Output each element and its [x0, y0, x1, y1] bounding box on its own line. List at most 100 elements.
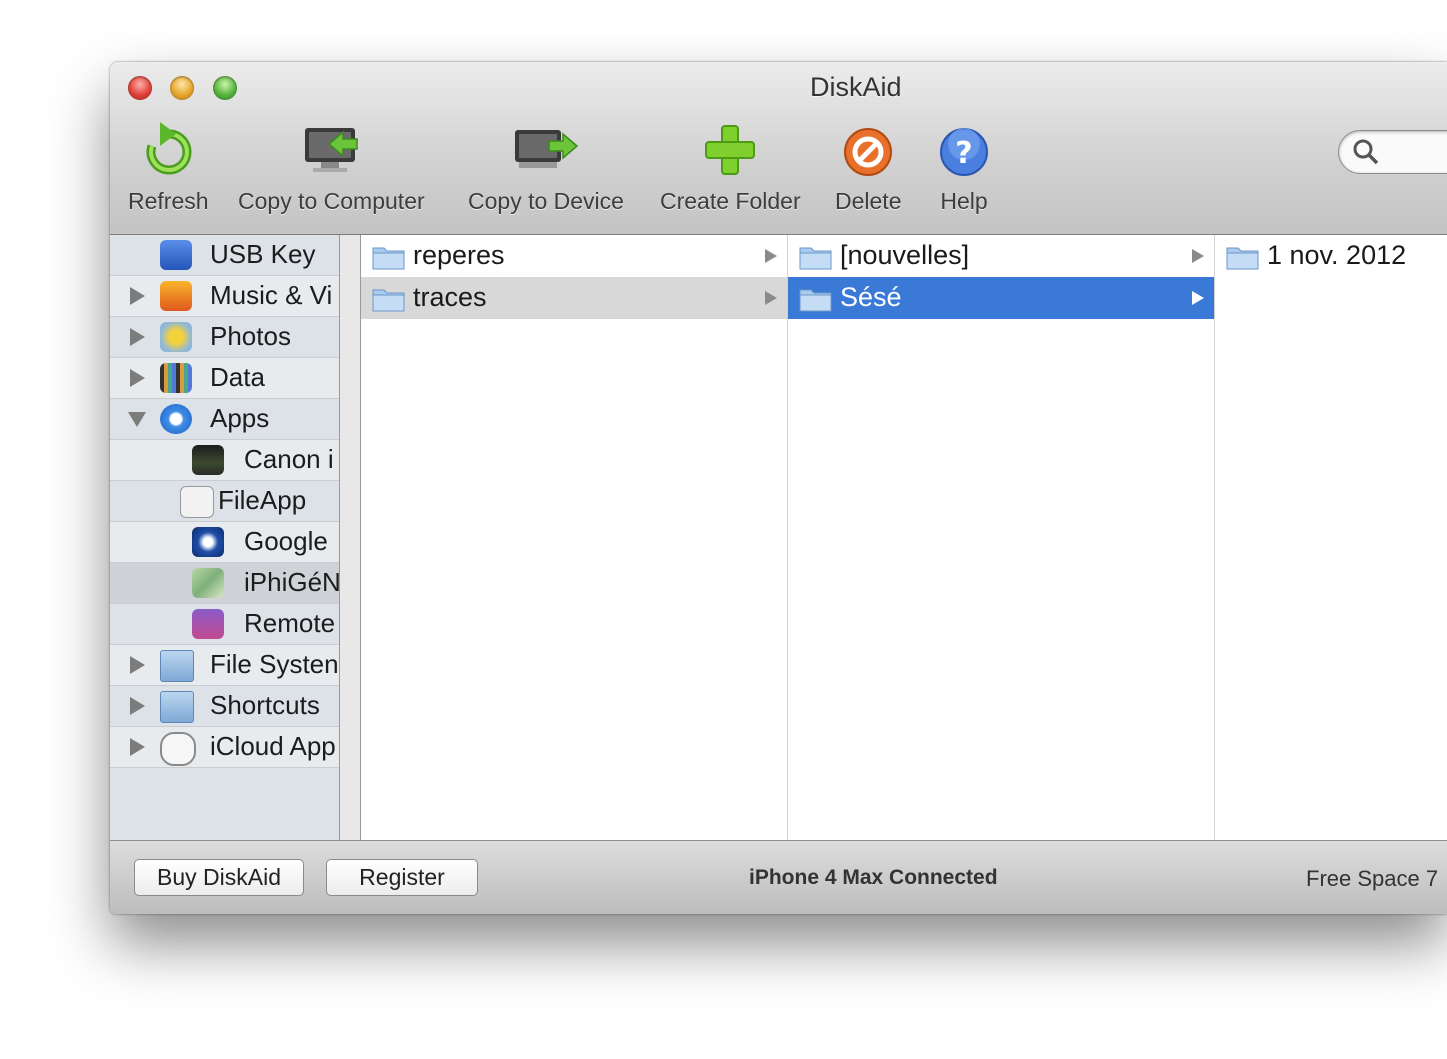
sidebar-item-label: iPhiGéN	[244, 567, 339, 597]
register-button[interactable]: Register	[326, 859, 478, 896]
google-app-icon	[192, 527, 224, 557]
list-item[interactable]: 1 nov. 2012	[1215, 235, 1447, 277]
sidebar-item-label: Data	[210, 362, 265, 392]
refresh-icon	[146, 122, 192, 175]
sidebar-item-label: Apps	[210, 403, 270, 433]
sidebar-item-iphigen[interactable]: iPhiGéN	[110, 563, 339, 604]
copy-to-computer-icon	[305, 128, 359, 172]
map-app-icon	[192, 568, 224, 598]
folder-icon	[160, 650, 194, 682]
column-browser: reperes traces [nouvelles] Sésé 1 nov. 2…	[360, 235, 1447, 840]
sidebar-item-label: Google	[244, 526, 328, 556]
sidebar-item-label: Shortcuts	[210, 690, 320, 720]
usb-key-icon	[160, 240, 192, 270]
refresh-button[interactable]: Refresh	[128, 122, 209, 215]
sidebar-item-remote[interactable]: Remote	[110, 604, 339, 645]
disclosure-triangle-icon[interactable]	[130, 369, 145, 387]
copy-to-computer-button[interactable]: Copy to Computer	[238, 122, 425, 215]
minimize-button[interactable]	[170, 76, 194, 100]
copy-to-device-icon	[514, 130, 579, 168]
remote-app-icon	[192, 609, 224, 639]
sidebar-item-icloud[interactable]: iCloud App	[110, 727, 339, 768]
sidebar-item-label: File Systen	[210, 649, 339, 679]
app-store-icon	[160, 404, 192, 434]
sidebar-item-label: Photos	[210, 321, 291, 351]
help-label: Help	[940, 188, 988, 214]
music-icon	[160, 281, 192, 311]
buy-diskaid-button[interactable]: Buy DiskAid	[134, 859, 304, 896]
expand-arrow-icon	[765, 291, 777, 305]
disclosure-triangle-icon[interactable]	[130, 656, 145, 674]
refresh-label: Refresh	[128, 188, 209, 214]
sidebar-item-label: FileApp	[218, 485, 307, 515]
delete-icon	[844, 128, 893, 176]
folder-label: [nouvelles]	[840, 240, 970, 270]
browser-column-3: 1 nov. 2012	[1215, 235, 1447, 840]
sidebar-item-shortcuts[interactable]: Shortcuts	[110, 686, 339, 727]
free-space-text: Free Space 7	[1306, 866, 1439, 891]
sidebar-item-fileapp[interactable]: FileApp	[110, 481, 339, 522]
create-folder-button[interactable]: Create Folder	[660, 122, 801, 215]
folder-label: traces	[413, 282, 487, 312]
cloud-icon	[160, 732, 196, 766]
toolbar-area: DiskAid Refresh Copy to Computer Copy to…	[110, 62, 1447, 235]
copy-to-device-button[interactable]: Copy to Device	[468, 122, 624, 215]
diskaid-window: DiskAid Refresh Copy to Computer Copy to…	[110, 62, 1447, 914]
expand-arrow-icon	[765, 249, 777, 263]
disclosure-triangle-icon[interactable]	[130, 287, 145, 305]
browser-column-2: [nouvelles] Sésé	[788, 235, 1215, 840]
shortcut-folder-icon	[160, 691, 194, 723]
search-field[interactable]	[1338, 130, 1447, 174]
copy-to-computer-label: Copy to Computer	[238, 188, 425, 214]
browser-column-1: reperes traces	[361, 235, 788, 840]
folder-icon	[799, 289, 832, 312]
list-item-selected[interactable]: Sésé	[788, 277, 1214, 319]
folder-icon	[372, 289, 405, 312]
sidebar: USB Key Music & Vi Photos Data Apps Cano…	[110, 235, 340, 840]
plus-icon	[705, 125, 756, 175]
folder-icon	[799, 247, 832, 270]
sidebar-item-google[interactable]: Google	[110, 522, 339, 563]
sidebar-item-canon[interactable]: Canon i	[110, 440, 339, 481]
sidebar-item-data[interactable]: Data	[110, 358, 339, 399]
sidebar-item-photos[interactable]: Photos	[110, 317, 339, 358]
expand-arrow-icon	[1192, 249, 1204, 263]
search-icon	[1353, 139, 1379, 165]
sidebar-item-label: Remote	[244, 608, 336, 638]
status-bar: Buy DiskAid Register iPhone 4 Max Connec…	[110, 840, 1447, 914]
photos-icon	[160, 322, 192, 352]
data-icon	[160, 363, 192, 393]
folder-label: 1 nov. 2012	[1267, 240, 1407, 270]
zoom-button[interactable]	[213, 76, 237, 100]
delete-button[interactable]: Delete	[835, 122, 901, 215]
sidebar-item-music[interactable]: Music & Vi	[110, 276, 339, 317]
copy-to-device-label: Copy to Device	[468, 188, 624, 214]
folder-label: reperes	[413, 240, 505, 270]
sidebar-item-apps[interactable]: Apps	[110, 399, 339, 440]
delete-label: Delete	[835, 188, 902, 214]
folder-label: Sésé	[840, 282, 902, 312]
svg-text:?: ?	[955, 136, 972, 171]
fileapp-icon	[180, 486, 214, 518]
list-item[interactable]: traces	[361, 277, 787, 319]
list-item[interactable]: reperes	[361, 235, 787, 277]
folder-icon	[1226, 247, 1259, 270]
disclosure-triangle-icon[interactable]	[130, 738, 145, 756]
sidebar-item-label: iCloud App	[210, 731, 336, 761]
connection-status: iPhone 4 Max Connected	[749, 866, 998, 889]
sidebar-item-label: Canon i	[244, 444, 334, 474]
disclosure-triangle-icon[interactable]	[130, 697, 145, 715]
expand-arrow-icon	[1192, 291, 1204, 305]
close-button[interactable]	[128, 76, 152, 100]
disclosure-triangle-icon[interactable]	[130, 328, 145, 346]
folder-icon	[372, 247, 405, 270]
sidebar-item-file-system[interactable]: File Systen	[110, 645, 339, 686]
sidebar-item-label: USB Key	[210, 239, 316, 269]
sidebar-item-label: Music & Vi	[210, 280, 333, 310]
help-icon: ?	[940, 128, 988, 176]
help-button[interactable]: ? Help	[936, 122, 992, 215]
list-item[interactable]: [nouvelles]	[788, 235, 1214, 277]
create-folder-label: Create Folder	[660, 188, 801, 214]
sidebar-item-usb-key[interactable]: USB Key	[110, 235, 339, 276]
disclosure-triangle-icon[interactable]	[128, 412, 146, 427]
